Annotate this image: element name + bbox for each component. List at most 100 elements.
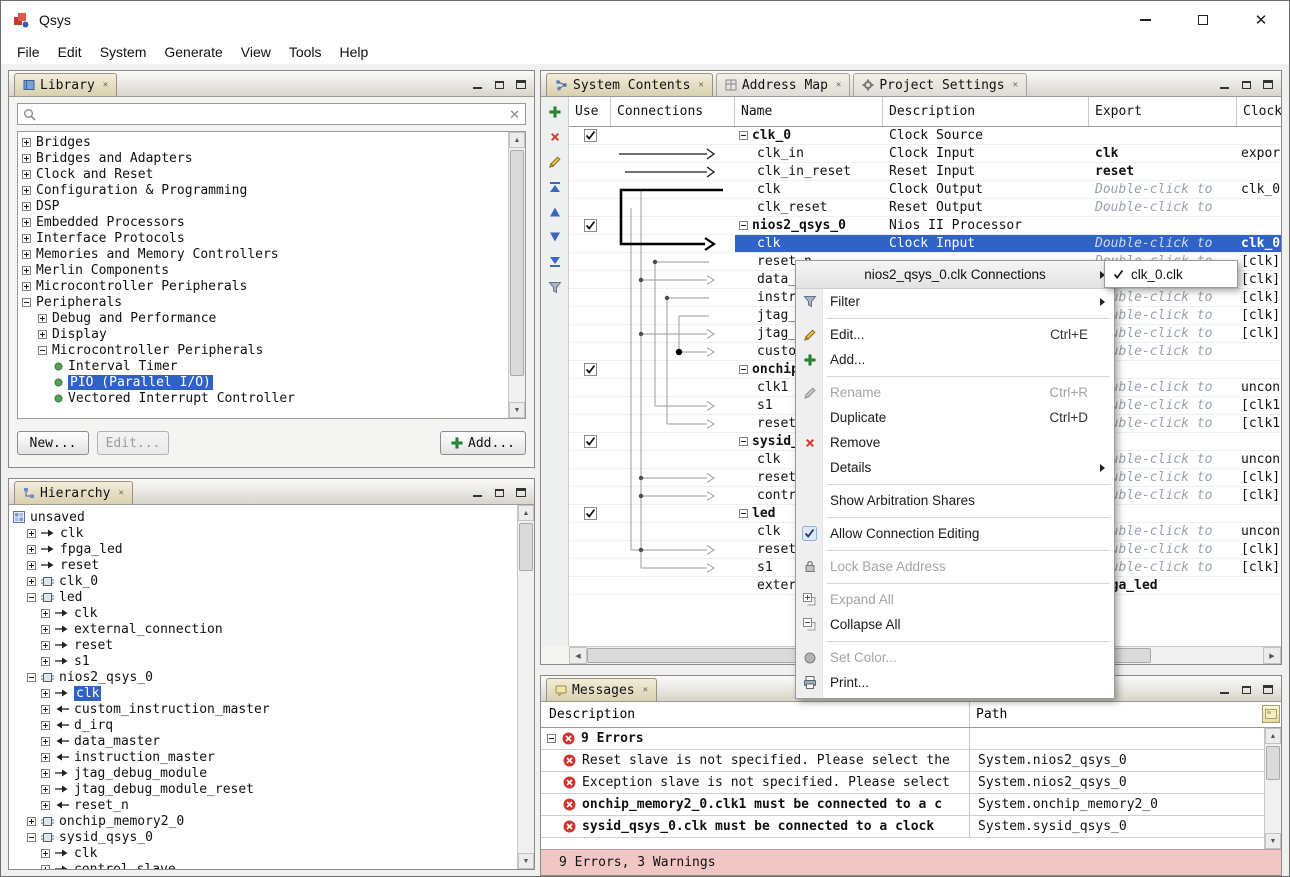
clock-cell[interactable]: clk_0 — [1237, 235, 1281, 252]
menu-edit[interactable]: Edit — [49, 40, 91, 64]
menu-tools[interactable]: Tools — [280, 40, 331, 64]
panel-maximize-button[interactable] — [513, 77, 529, 91]
hierarchy-item[interactable]: nios2_qsys_0 — [11, 669, 517, 685]
close-button[interactable]: ✕ — [1232, 0, 1290, 40]
library-item[interactable]: Clock and Reset — [18, 166, 508, 182]
library-item[interactable]: Display — [18, 326, 508, 342]
close-tab-icon[interactable]: ✕ — [698, 80, 703, 90]
library-item[interactable]: Memories and Memory Controllers — [18, 246, 508, 262]
scroll-up-icon[interactable]: ▲ — [509, 132, 525, 148]
hierarchy-item[interactable]: data_master — [11, 733, 517, 749]
panel-minimize-button[interactable] — [469, 77, 485, 91]
menu-item-remove[interactable]: Remove — [796, 430, 1114, 455]
hierarchy-item[interactable]: jtag_debug_module — [11, 765, 517, 781]
clear-search-icon[interactable]: ✕ — [509, 108, 520, 121]
clock-cell[interactable]: [clk1] — [1237, 415, 1281, 432]
clock-cell[interactable]: exported — [1237, 145, 1281, 162]
minimize-button[interactable] — [1116, 0, 1174, 40]
submenu-item-connection[interactable]: clk_0.clk — [1131, 267, 1183, 282]
remove-icon[interactable] — [546, 128, 564, 146]
scroll-up-icon[interactable]: ▲ — [1265, 728, 1281, 744]
hierarchy-item[interactable]: jtag_debug_module_reset — [11, 781, 517, 797]
clock-cell[interactable]: unconnected — [1237, 451, 1281, 468]
close-tab-icon[interactable]: ✕ — [836, 80, 841, 90]
export-cell[interactable] — [1089, 217, 1237, 234]
edit-icon[interactable] — [546, 153, 564, 171]
menu-item-duplicate[interactable]: DuplicateCtrl+D — [796, 405, 1114, 430]
panel-float-button[interactable] — [1238, 682, 1254, 696]
scroll-left-icon[interactable]: ◀ — [569, 647, 587, 664]
tab-hierarchy[interactable]: Hierarchy ✕ — [14, 481, 133, 504]
clock-cell[interactable] — [1237, 127, 1281, 144]
hierarchy-item[interactable]: clk — [11, 685, 517, 701]
scroll-down-icon[interactable]: ▼ — [509, 402, 525, 418]
export-cell[interactable]: clk — [1089, 145, 1237, 162]
clock-cell[interactable] — [1237, 361, 1281, 378]
library-item[interactable]: Microcontroller Peripherals — [18, 342, 508, 358]
new-button[interactable]: New... — [17, 431, 89, 455]
export-cell[interactable]: Double-click to — [1089, 181, 1237, 198]
library-item[interactable]: Interface Protocols — [18, 230, 508, 246]
scroll-thumb[interactable] — [510, 150, 524, 376]
library-item[interactable]: Debug and Performance — [18, 310, 508, 326]
library-item[interactable]: Interval Timer — [18, 358, 508, 374]
add-icon[interactable] — [546, 103, 564, 121]
close-tab-icon[interactable]: ✕ — [103, 80, 108, 90]
maximize-button[interactable] — [1174, 0, 1232, 40]
menu-item-add[interactable]: Add... — [796, 347, 1114, 372]
menu-item-collapse-all[interactable]: Collapse All — [796, 612, 1114, 637]
hierarchy-item[interactable]: sysid_qsys_0 — [11, 829, 517, 845]
hierarchy-scrollbar[interactable]: ▲ ▼ — [517, 505, 534, 869]
tab-address-map[interactable]: Address Map ✕ — [716, 73, 851, 96]
hierarchy-item[interactable]: reset_n — [11, 797, 517, 813]
library-item[interactable]: Bridges and Adapters — [18, 150, 508, 166]
library-scrollbar[interactable]: ▲ ▼ — [508, 132, 525, 418]
library-item[interactable]: DSP — [18, 198, 508, 214]
clock-cell[interactable]: [clk] — [1237, 469, 1281, 486]
add-button[interactable]: Add... — [440, 431, 526, 455]
menu-system[interactable]: System — [91, 40, 156, 64]
hierarchy-item[interactable]: reset — [11, 637, 517, 653]
use-checkbox[interactable] — [584, 129, 597, 142]
menu-item-details[interactable]: Details — [796, 455, 1114, 480]
library-item[interactable]: Merlin Components — [18, 262, 508, 278]
hierarchy-item[interactable]: s1 — [11, 653, 517, 669]
tab-messages[interactable]: Messages ✕ — [546, 678, 657, 701]
library-item[interactable]: Vectored Interrupt Controller — [18, 390, 508, 406]
clock-cell[interactable]: [clk] — [1237, 559, 1281, 576]
move-down-icon[interactable] — [546, 228, 564, 246]
tab-project-settings[interactable]: Project Settings ✕ — [853, 73, 1027, 96]
panel-float-button[interactable] — [491, 77, 507, 91]
panel-minimize-button[interactable] — [1216, 77, 1232, 91]
panel-minimize-button[interactable] — [1216, 682, 1232, 696]
panel-maximize-button[interactable] — [1260, 682, 1276, 696]
hierarchy-item[interactable]: reset — [11, 557, 517, 573]
panel-float-button[interactable] — [491, 485, 507, 499]
menu-file[interactable]: File — [8, 40, 49, 64]
scroll-right-icon[interactable]: ▶ — [1263, 647, 1281, 664]
tab-system-contents[interactable]: System Contents ✕ — [546, 73, 713, 96]
clock-cell[interactable]: [clk] — [1237, 487, 1281, 504]
use-checkbox[interactable] — [584, 363, 597, 376]
move-bottom-icon[interactable] — [546, 253, 564, 271]
clock-cell[interactable] — [1237, 343, 1281, 360]
hierarchy-item[interactable]: external_connection — [11, 621, 517, 637]
menu-item-show-arbitration-shares[interactable]: Show Arbitration Shares — [796, 488, 1114, 513]
menu-item-print[interactable]: Print... — [796, 670, 1114, 695]
menu-view[interactable]: View — [232, 40, 280, 64]
hierarchy-item[interactable]: fpga_led — [11, 541, 517, 557]
panel-minimize-button[interactable] — [469, 485, 485, 499]
hierarchy-item[interactable]: clk — [11, 525, 517, 541]
clock-cell[interactable]: unconnected — [1237, 379, 1281, 396]
move-up-icon[interactable] — [546, 203, 564, 221]
use-checkbox[interactable] — [584, 219, 597, 232]
menu-item-set-color[interactable]: Set Color... — [796, 645, 1114, 670]
hierarchy-item[interactable]: onchip_memory2_0 — [11, 813, 517, 829]
export-cell[interactable]: Double-click to — [1089, 235, 1237, 252]
use-checkbox[interactable] — [584, 435, 597, 448]
clock-cell[interactable]: [clk] — [1237, 307, 1281, 324]
clock-cell[interactable] — [1237, 163, 1281, 180]
menu-help[interactable]: Help — [331, 40, 378, 64]
hierarchy-item[interactable]: clk — [11, 605, 517, 621]
clock-cell[interactable] — [1237, 505, 1281, 522]
